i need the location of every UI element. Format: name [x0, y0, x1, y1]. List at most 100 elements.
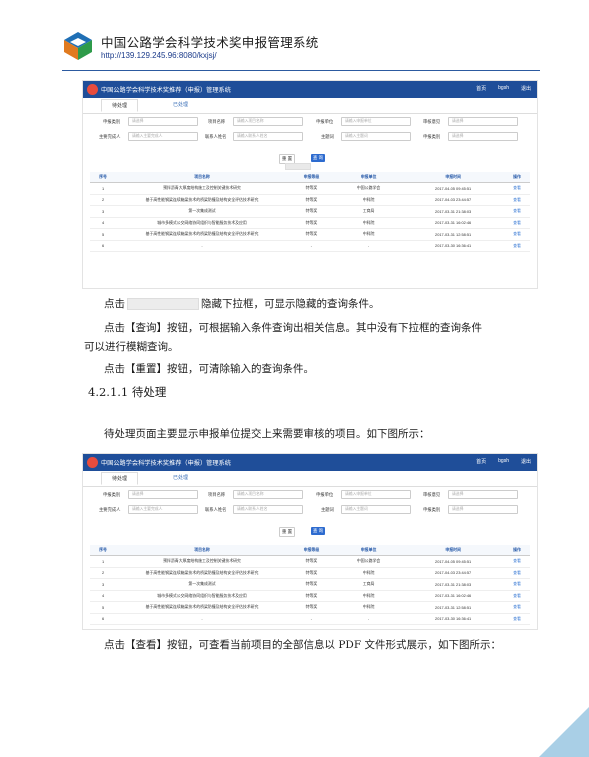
- tab-done[interactable]: 已处理: [173, 474, 188, 481]
- select-category[interactable]: 请选择: [128, 117, 198, 126]
- select-opinion[interactable]: 请选择: [448, 117, 518, 126]
- table-cell: 特等奖: [288, 182, 335, 195]
- select-category[interactable]: 请选择: [128, 490, 198, 499]
- table-cell: 2: [90, 194, 117, 206]
- view-link[interactable]: 查看: [503, 228, 530, 241]
- app-title: 中国公路学会科学技术奖推荐（申报）管理系统: [101, 460, 231, 467]
- table-cell: 中科院: [334, 601, 403, 614]
- document-header: 中国公路学会科学技术奖申报管理系统 http://139.129.245.96:…: [0, 0, 589, 72]
- select-opinion[interactable]: 请选择: [448, 490, 518, 499]
- table-row: 2 基于高性能钢梁连续箱梁技术的桥梁防撞及结构安全评估技术研究 特等奖 中科院 2017…: [90, 567, 530, 579]
- input-person[interactable]: 请输入主要完成人: [128, 505, 198, 514]
- system-url[interactable]: http://139.129.245.96:8080/kxjsj/: [101, 51, 217, 60]
- table-row: 2 基于高性能钢梁连续箱梁技术的桥梁防撞及结构安全评估技术研究 特等奖 中科院 2017…: [90, 194, 530, 206]
- table-cell: 1: [90, 555, 117, 568]
- table-cell: 2017-03-31 21:38:03: [402, 205, 504, 218]
- view-link[interactable]: 查看: [503, 567, 530, 579]
- table-cell: -: [116, 240, 289, 252]
- input-contact[interactable]: 请输入联系人姓名: [233, 505, 303, 514]
- table-cell: -: [334, 613, 403, 625]
- select-category-2[interactable]: 请选择: [448, 132, 518, 141]
- label-keyword: 主题词: [321, 134, 334, 139]
- top-nav: 首页 bgsh 退出: [476, 85, 531, 92]
- view-link[interactable]: 查看: [503, 578, 530, 591]
- table-cell: 5: [90, 601, 117, 614]
- table-cell: 特等奖: [288, 601, 335, 614]
- label-project: 项目名称: [208, 492, 226, 497]
- nav-logout[interactable]: 退出: [521, 85, 531, 92]
- table-cell: 4: [90, 590, 117, 602]
- table-cell: -: [288, 613, 335, 625]
- input-keyword[interactable]: 请输入主题词: [341, 132, 411, 141]
- label-opinion: 审核意见: [423, 492, 441, 497]
- view-link[interactable]: 查看: [503, 590, 530, 602]
- section-heading: 4.2.1.1 待处理: [88, 385, 167, 399]
- tabs: 待处理 已处理: [83, 98, 537, 114]
- table-cell: 5: [90, 228, 117, 241]
- table-row: 4 城市多模式公交网络协同组织与智能服务技术及应用 特等奖 中科院 2017-03-31…: [90, 217, 530, 229]
- nav-user[interactable]: bgsh: [498, 85, 509, 92]
- screenshot-1: 中国公路学会科学技术奖推荐（申报）管理系统 首页 bgsh 退出 待处理 已处理…: [82, 80, 538, 289]
- query-form: 申报类别 请选择 项目名称 请输入项目名称 申报单位 请输入申报单位 审核意见 …: [83, 114, 537, 152]
- table-cell: 特等奖: [288, 194, 335, 206]
- input-project[interactable]: 请输入项目名称: [233, 117, 303, 126]
- table-cell: 2017-03-31 12:58:51: [402, 601, 504, 614]
- para-collapse: 点击 隐藏下拉框，可显示隐藏的查询条件。: [104, 298, 380, 310]
- input-contact[interactable]: 请输入联系人姓名: [233, 132, 303, 141]
- view-link[interactable]: 查看: [503, 240, 530, 252]
- table-cell: 特等奖: [288, 555, 335, 568]
- col-index: 序号: [90, 172, 117, 183]
- tab-done[interactable]: 已处理: [173, 101, 188, 108]
- nav-logout[interactable]: 退出: [521, 458, 531, 465]
- app-logo-icon: [87, 84, 98, 95]
- view-link[interactable]: 查看: [503, 194, 530, 206]
- table-cell: 基于高性能钢梁连续箱梁技术的桥梁防撞及结构安全评估技术研究: [116, 228, 289, 241]
- nav-user[interactable]: bgsh: [498, 458, 509, 465]
- table-row: 6- - -2017-03-30 16:36:41 查看: [90, 613, 530, 625]
- view-link[interactable]: 查看: [503, 217, 530, 229]
- table-cell: 2017-04-03 23:44:57: [402, 567, 504, 579]
- label-contact: 联系人姓名: [205, 134, 227, 139]
- input-unit[interactable]: 请输入申报单位: [341, 117, 411, 126]
- view-link[interactable]: 查看: [503, 613, 530, 625]
- table-cell: 2017-03-30 16:36:41: [402, 240, 504, 252]
- input-project[interactable]: 请输入项目名称: [233, 490, 303, 499]
- input-keyword[interactable]: 请输入主题词: [341, 505, 411, 514]
- view-link[interactable]: 查看: [503, 205, 530, 218]
- table-cell: 特等奖: [288, 567, 335, 579]
- view-link[interactable]: 查看: [503, 182, 530, 195]
- query-button[interactable]: 查 询: [311, 154, 325, 162]
- table-cell: 2: [90, 567, 117, 579]
- table-row: 5 基于高性能钢梁连续箱梁技术的桥梁防撞及结构安全评估技术研究 特等奖 中科院 2017…: [90, 228, 530, 241]
- button-row: 重 置 查 询: [83, 152, 537, 170]
- query-button[interactable]: 查 询: [311, 527, 325, 535]
- table-cell: 2017-04-03 23:44:57: [402, 194, 504, 206]
- project-table: 序号 项目名称 申报等级 申报单位 申报时间 操作 1 预拌沥青大厚度结构施工及控…: [90, 172, 530, 252]
- app-logo-icon: [87, 457, 98, 468]
- tab-pending[interactable]: 待处理: [101, 99, 139, 112]
- label-category-2: 申报类别: [423, 134, 441, 139]
- col-time: 申报时间: [402, 172, 504, 183]
- system-title: 中国公路学会科学技术奖申报管理系统: [101, 35, 319, 50]
- nav-home[interactable]: 首页: [476, 85, 486, 92]
- input-unit[interactable]: 请输入申报单位: [341, 490, 411, 499]
- reset-button[interactable]: 重 置: [279, 527, 295, 537]
- tab-pending[interactable]: 待处理: [101, 472, 139, 485]
- view-link[interactable]: 查看: [503, 555, 530, 568]
- table-cell: 2017-03-31 16:02:46: [402, 590, 504, 602]
- label-person: 主要完成人: [99, 507, 121, 512]
- table-cell: 特等奖: [288, 590, 335, 602]
- table-row: 1 预拌沥青大厚度结构施工及控制关键技术研究 特等奖 中国公路学会 2017-04-05…: [90, 182, 530, 195]
- view-link[interactable]: 查看: [503, 601, 530, 614]
- para-pending: 待处理页面主要显示申报单位提交上来需要审核的项目。如下图所示：: [104, 428, 430, 440]
- select-category-2[interactable]: 请选择: [448, 505, 518, 514]
- project-table: 序号 项目名称 申报等级 申报单位 申报时间 操作 1 预拌沥青大厚度结构施工及控…: [90, 545, 530, 625]
- input-person[interactable]: 请输入主要完成人: [128, 132, 198, 141]
- screenshot-2: 中国公路学会科学技术奖推荐（申报）管理系统 首页 bgsh 退出 待处理 已处理…: [82, 453, 538, 630]
- table-cell: 1: [90, 182, 117, 195]
- table-cell: -: [288, 240, 335, 252]
- table-row: 6- - -2017-03-30 16:36:41 查看: [90, 240, 530, 252]
- collapse-toggle[interactable]: [285, 163, 311, 170]
- nav-home[interactable]: 首页: [476, 458, 486, 465]
- table-cell: 中国公路学会: [334, 182, 403, 195]
